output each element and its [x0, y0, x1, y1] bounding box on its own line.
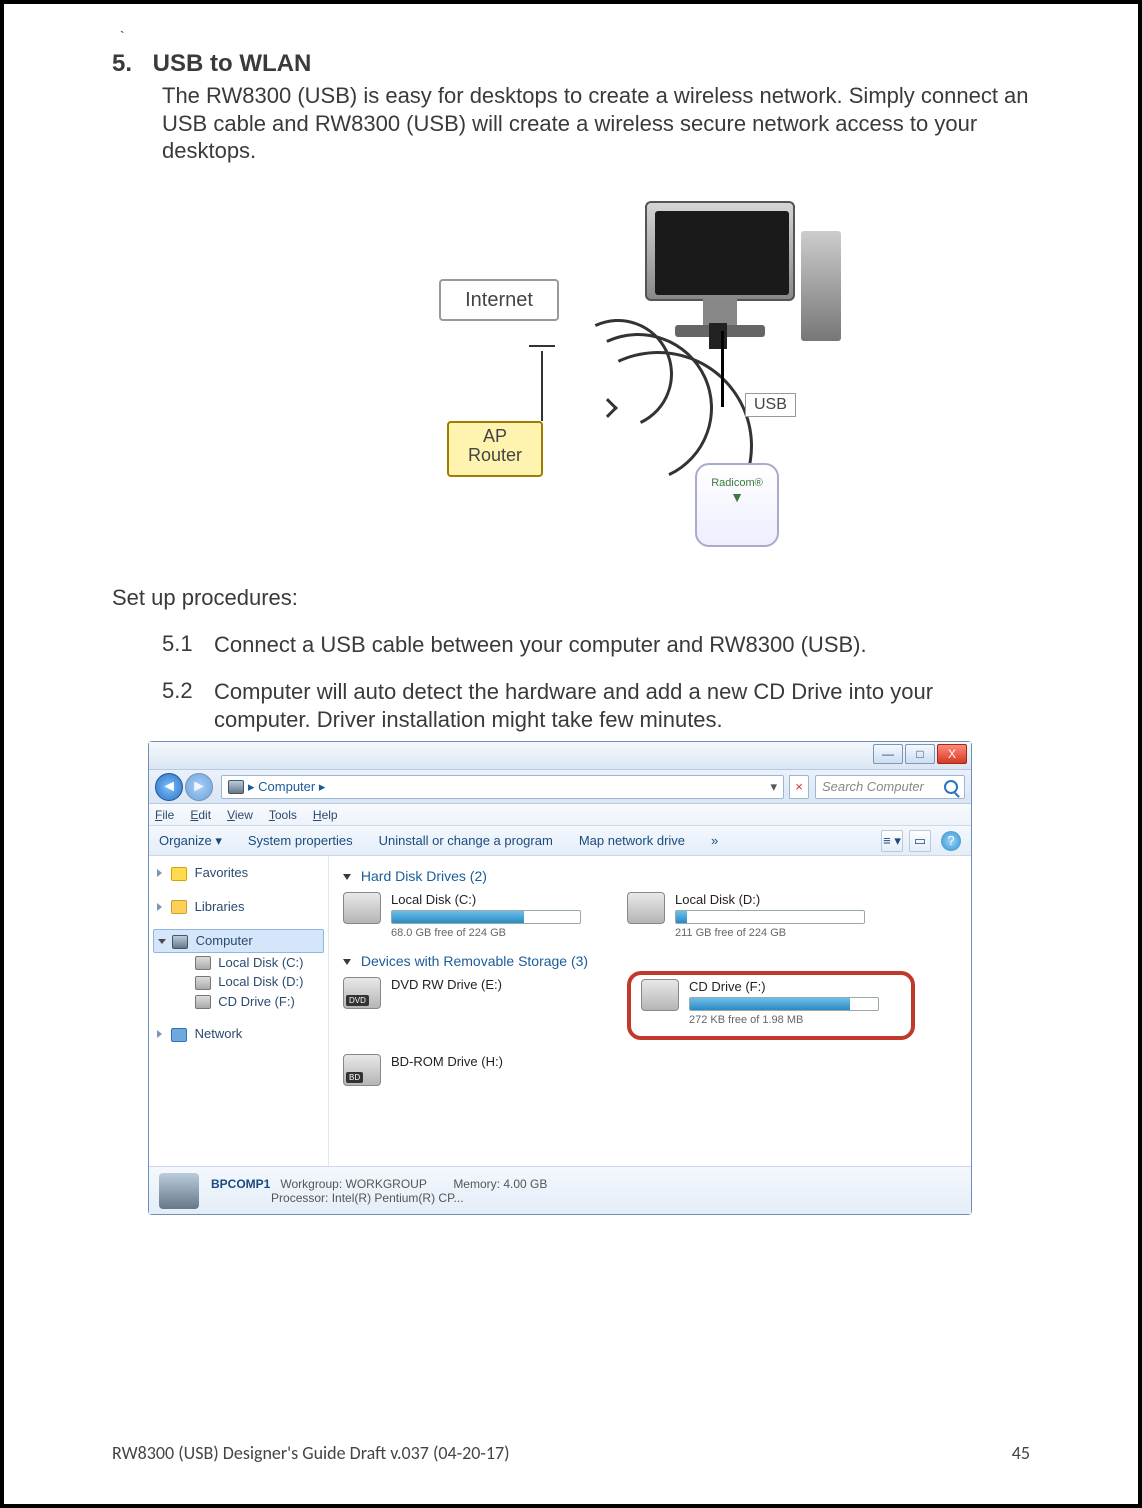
device-box: Radicom® ▼ [695, 463, 779, 547]
computer-name: BPCOMP1 [211, 1177, 270, 1191]
step-text: Connect a USB cable between your compute… [214, 631, 1030, 659]
stray-tick: ` [120, 28, 1030, 44]
internet-label: Internet [439, 279, 559, 321]
section-number: 5. [112, 50, 146, 78]
step-5-1: 5.1 Connect a USB cable between your com… [162, 631, 1030, 659]
highlighted-drive: CD Drive (F:) 272 KB free of 1.98 MB [627, 971, 915, 1040]
computer-large-icon [159, 1173, 199, 1209]
step-5-2: 5.2 Computer will auto detect the hardwa… [162, 678, 1030, 733]
hdd-icon [343, 892, 381, 924]
sidebar-item-drive-c[interactable]: Local Disk (C:) [153, 953, 324, 973]
address-bar-row: ◄ ► ▸ Computer ▸ ▾ × Search Computer [149, 770, 971, 804]
drive-d[interactable]: Local Disk (D:) 211 GB free of 224 GB [627, 892, 887, 939]
usage-bar-d [676, 911, 687, 923]
computer-icon [172, 935, 188, 949]
hdd-icon [627, 892, 665, 924]
antenna-icon [541, 351, 543, 421]
view-options-button[interactable]: ≡ ▾ [881, 830, 903, 852]
search-placeholder: Search Computer [822, 779, 924, 794]
caret-down-icon [343, 959, 351, 965]
drive-h[interactable]: BD-ROM Drive (H:) [343, 1054, 603, 1086]
usb-cable-icon [721, 331, 747, 407]
clear-address-button[interactable]: × [789, 775, 809, 799]
drive-c[interactable]: Local Disk (C:) 68.0 GB free of 224 GB [343, 892, 603, 939]
status-bar: BPCOMP1 Workgroup: WORKGROUP Memory: 4.0… [149, 1166, 971, 1214]
sidebar-item-drive-f[interactable]: CD Drive (F:) [153, 992, 324, 1012]
sidebar-item-network[interactable]: Network [153, 1023, 324, 1045]
forward-button[interactable]: ► [185, 773, 213, 801]
sidebar-item-libraries[interactable]: Libraries [153, 896, 324, 918]
network-diagram: Internet AP Router USB Radicom® ▼ [291, 183, 851, 563]
search-input[interactable]: Search Computer [815, 775, 965, 799]
map-network-drive-button[interactable]: Map network drive [579, 833, 685, 848]
usage-bar-f [690, 998, 850, 1010]
window-titlebar[interactable]: — □ X [149, 742, 971, 770]
drive-e[interactable]: DVD RW Drive (E:) [343, 977, 603, 1040]
page-footer: RW8300 (USB) Designer's Guide Draft v.03… [112, 1442, 1030, 1464]
step-text: Computer will auto detect the hardware a… [214, 678, 1030, 733]
desktop-illustration [645, 201, 825, 351]
folder-icon [171, 900, 187, 914]
sidebar-item-computer[interactable]: Computer [153, 929, 324, 953]
caret-down-icon [343, 874, 351, 880]
menu-edit[interactable]: Edit [190, 808, 211, 822]
bd-drive-icon [343, 1054, 381, 1086]
drive-f[interactable]: CD Drive (F:) 272 KB free of 1.98 MB [641, 979, 901, 1026]
toolbar: Organize ▾ System properties Uninstall o… [149, 826, 971, 856]
section-title: USB to WLAN [153, 50, 312, 77]
menu-help[interactable]: Help [313, 808, 338, 822]
preview-pane-button[interactable]: ▭ [909, 830, 931, 852]
uninstall-button[interactable]: Uninstall or change a program [379, 833, 553, 848]
usb-label: USB [745, 393, 796, 417]
step-number: 5.2 [162, 678, 214, 733]
menu-bar: File Edit View Tools Help [149, 804, 971, 826]
drive-icon [195, 956, 211, 970]
sidebar-item-favorites[interactable]: Favorites [153, 862, 324, 884]
sidebar-item-drive-d[interactable]: Local Disk (D:) [153, 972, 324, 992]
system-properties-button[interactable]: System properties [248, 833, 353, 848]
back-button[interactable]: ◄ [155, 773, 183, 801]
group-hdd[interactable]: Hard Disk Drives (2) [343, 868, 957, 884]
cd-drive-icon [195, 995, 211, 1009]
setup-procedures-label: Set up procedures: [112, 585, 1030, 611]
step-number: 5.1 [162, 631, 214, 659]
section-heading: 5. USB to WLAN [112, 50, 1030, 78]
organize-button[interactable]: Organize ▾ [159, 833, 222, 849]
search-icon [944, 780, 958, 794]
group-removable[interactable]: Devices with Removable Storage (3) [343, 953, 957, 969]
menu-tools[interactable]: Tools [269, 808, 297, 822]
navigation-pane: Favorites Libraries Computer Local Disk … [149, 856, 329, 1166]
section-intro: The RW8300 (USB) is easy for desktops to… [162, 82, 1030, 165]
footer-left: RW8300 (USB) Designer's Guide Draft v.03… [112, 1442, 510, 1464]
address-bar[interactable]: ▸ Computer ▸ ▾ [221, 775, 784, 799]
help-button[interactable]: ? [941, 831, 961, 851]
page-number: 45 [1012, 1442, 1030, 1464]
star-icon [171, 867, 187, 881]
ap-router-label: AP Router [447, 421, 543, 477]
computer-icon [228, 780, 244, 794]
minimize-button[interactable]: — [873, 744, 903, 764]
usage-bar-c [392, 911, 524, 923]
drive-icon [195, 976, 211, 990]
toolbar-overflow[interactable]: » [711, 833, 718, 848]
close-button[interactable]: X [937, 744, 967, 764]
dvd-drive-icon [343, 977, 381, 1009]
maximize-button[interactable]: □ [905, 744, 935, 764]
explorer-window: — □ X ◄ ► ▸ Computer ▸ ▾ × Search Comput… [148, 741, 972, 1215]
menu-file[interactable]: File [155, 808, 174, 822]
network-icon [171, 1028, 187, 1042]
content-pane: Hard Disk Drives (2) Local Disk (C:) 68.… [329, 856, 971, 1166]
menu-view[interactable]: View [227, 808, 253, 822]
cd-drive-icon [641, 979, 679, 1011]
breadcrumb: ▸ Computer ▸ [248, 779, 325, 795]
